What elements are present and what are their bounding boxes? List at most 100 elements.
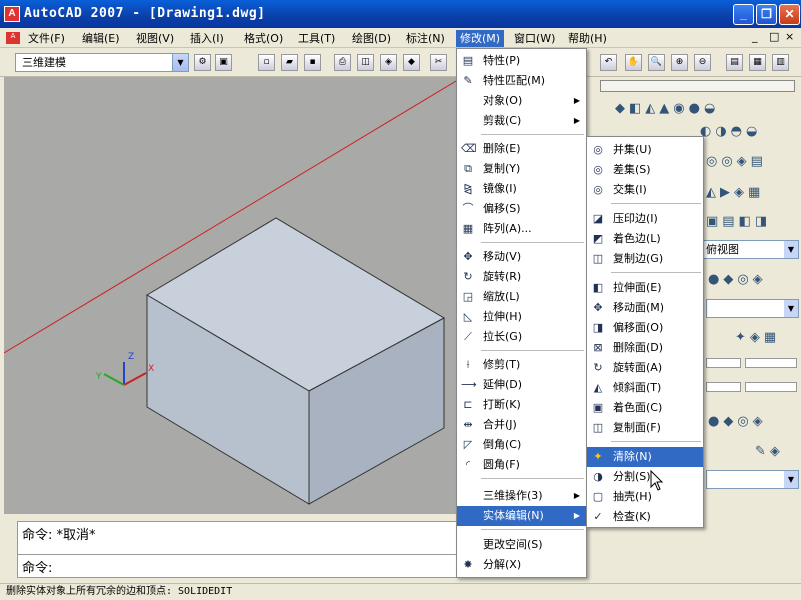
menu-item-erase[interactable]: ⌫ 删除(E) — [457, 139, 586, 159]
light-icons[interactable]: ✦◈▦ — [735, 330, 795, 346]
chevron-down-icon[interactable]: ▼ — [784, 300, 798, 317]
chevron-down-icon[interactable]: ▼ — [784, 241, 798, 258]
menu-draw[interactable]: 绘图(D) — [348, 30, 395, 47]
menu-item-intersect[interactable]: ◎ 交集(I) — [587, 180, 703, 200]
render-tools-icons[interactable]: ✎◈ — [755, 444, 795, 462]
zoom-previous-icon[interactable]: ⊖ — [694, 54, 711, 71]
save-workspace-icon[interactable]: ▣ — [215, 54, 232, 71]
new-file-icon[interactable]: ▫ — [258, 54, 275, 71]
menu-item-extend[interactable]: ⟶ 延伸(D) — [457, 375, 586, 395]
panel-slider[interactable] — [600, 80, 795, 92]
pan-icon[interactable]: ✋ — [625, 54, 642, 71]
view-icons[interactable]: ◭▶◈▦ — [706, 185, 796, 201]
menu-item-move[interactable]: ✥ 移动(V) — [457, 247, 586, 267]
menu-item-chamfer[interactable]: ◸ 倒角(C) — [457, 435, 586, 455]
menu-item-join[interactable]: ⇹ 合并(J) — [457, 415, 586, 435]
slider-b[interactable] — [745, 358, 797, 368]
save-icon[interactable]: ▪ — [304, 54, 321, 71]
doc-close-button[interactable]: × — [785, 30, 794, 43]
menu-item-clean[interactable]: ✦ 清除(N) — [587, 447, 703, 467]
material-icons[interactable]: ●◆◎◈ — [708, 272, 798, 290]
maximize-button[interactable]: ❐ — [756, 4, 777, 25]
menu-item-copy-edges[interactable]: ◫ 复制边(G) — [587, 249, 703, 269]
zoom-realtime-icon[interactable]: 🔍 — [648, 54, 665, 71]
material-combo[interactable]: ▼ — [706, 299, 799, 318]
menu-insert[interactable]: 插入(I) — [186, 30, 228, 47]
command-prompt[interactable]: 命令: — [22, 557, 52, 576]
design-center-icon[interactable]: ▦ — [749, 54, 766, 71]
minimize-button[interactable]: _ — [733, 4, 754, 25]
menu-item-break[interactable]: ⊏ 打断(K) — [457, 395, 586, 415]
menu-item-solid-editing[interactable]: 实体编辑(N) ▶ — [457, 506, 586, 526]
menu-item-scale[interactable]: ◲ 缩放(L) — [457, 287, 586, 307]
menu-item-extrude-faces[interactable]: ◧ 拉伸面(E) — [587, 278, 703, 298]
workspace-combo[interactable]: 三维建模 ▼ — [15, 53, 189, 72]
menu-item-match-properties[interactable]: ✎ 特性匹配(M) — [457, 71, 586, 91]
render-preset-combo[interactable]: ▼ — [706, 470, 799, 489]
boolean-icons[interactable]: ◎◎◈▤ — [706, 154, 796, 170]
menu-item-trim[interactable]: ⟊ 修剪(T) — [457, 355, 586, 375]
doc-restore-button[interactable]: □ — [769, 30, 779, 43]
cut-icon[interactable]: ✂ — [430, 54, 447, 71]
menu-view[interactable]: 视图(V) — [132, 30, 178, 47]
primitives-icons[interactable]: ◆◧◭▲◉●◒ — [615, 101, 795, 117]
menu-dimension[interactable]: 标注(N) — [402, 30, 449, 47]
view-combo[interactable]: 俯视图 ▼ — [703, 240, 799, 259]
menu-item-fillet[interactable]: ◜ 圆角(F) — [457, 455, 586, 475]
open-file-icon[interactable]: ▰ — [281, 54, 298, 71]
menu-item-array[interactable]: ▦ 阵列(A)... — [457, 219, 586, 239]
chevron-down-icon[interactable]: ▼ — [784, 471, 798, 488]
menu-tools[interactable]: 工具(T) — [294, 30, 339, 47]
menu-item-shell[interactable]: ▢ 抽壳(H) — [587, 487, 703, 507]
app-icon[interactable]: A — [4, 6, 20, 22]
properties-icon[interactable]: ▤ — [726, 54, 743, 71]
menu-item-rotate[interactable]: ↻ 旋转(R) — [457, 267, 586, 287]
undo-arrow-icon[interactable]: ↶ — [600, 54, 617, 71]
menu-help[interactable]: 帮助(H) — [564, 30, 611, 47]
visual-style-icons[interactable]: ▣▤◧◨ — [706, 214, 796, 232]
menu-format[interactable]: 格式(O) — [240, 30, 287, 47]
menu-file[interactable]: 文件(F) — [24, 30, 69, 47]
publish-icon[interactable]: ◈ — [380, 54, 397, 71]
menu-item-imprint-edges[interactable]: ◪ 压印边(I) — [587, 209, 703, 229]
3d-dwf-icon[interactable]: ◆ — [403, 54, 420, 71]
chevron-down-icon[interactable]: ▼ — [172, 54, 188, 71]
menu-item-copy[interactable]: ⧉ 复制(Y) — [457, 159, 586, 179]
menu-item-object[interactable]: 对象(O) ▶ — [457, 91, 586, 111]
doc-icon[interactable]: A — [6, 32, 20, 44]
menu-item-move-faces[interactable]: ✥ 移动面(M) — [587, 298, 703, 318]
print-icon[interactable]: ⎙ — [334, 54, 351, 71]
doc-minimize-button[interactable]: _ — [752, 30, 758, 43]
menu-item-taper-faces[interactable]: ◭ 倾斜面(T) — [587, 378, 703, 398]
menu-item-lengthen[interactable]: ⟋ 拉长(G) — [457, 327, 586, 347]
menu-item-subtract[interactable]: ◎ 差集(S) — [587, 160, 703, 180]
menu-item-stretch[interactable]: ◺ 拉伸(H) — [457, 307, 586, 327]
menu-item-check[interactable]: ✓ 检查(K) — [587, 507, 703, 527]
menu-item-3d-operations[interactable]: 三维操作(3) ▶ — [457, 486, 586, 506]
slider-a[interactable] — [706, 358, 741, 368]
menu-item-rotate-faces[interactable]: ↻ 旋转面(A) — [587, 358, 703, 378]
menu-edit[interactable]: 编辑(E) — [78, 30, 124, 47]
menu-item-mirror[interactable]: ⧎ 镜像(I) — [457, 179, 586, 199]
zoom-window-icon[interactable]: ⊕ — [671, 54, 688, 71]
menu-item-color-edges[interactable]: ◩ 着色边(L) — [587, 229, 703, 249]
slider-d[interactable] — [745, 382, 797, 392]
menu-item-properties[interactable]: ▤ 特性(P) — [457, 51, 586, 71]
close-button[interactable]: ✕ — [779, 4, 800, 25]
slider-c[interactable] — [706, 382, 741, 392]
menu-item-clip[interactable]: 剪裁(C) ▶ — [457, 111, 586, 131]
menu-item-separate[interactable]: ◑ 分割(S) — [587, 467, 703, 487]
menu-item-delete-faces[interactable]: ⊠ 删除面(D) — [587, 338, 703, 358]
menu-item-copy-faces[interactable]: ◫ 复制面(F) — [587, 418, 703, 438]
solid-tools-icons[interactable]: ◐◑◓◒ — [700, 124, 795, 140]
menu-item-change-space[interactable]: 更改空间(S) — [457, 535, 586, 555]
menu-item-offset[interactable]: ⌒ 偏移(S) — [457, 199, 586, 219]
workspace-settings-icon[interactable]: ⚙ — [194, 54, 211, 71]
menu-modify[interactable]: 修改(M) — [456, 30, 505, 47]
menu-window[interactable]: 窗口(W) — [510, 30, 559, 47]
menu-item-union[interactable]: ◎ 并集(U) — [587, 140, 703, 160]
render-icons[interactable]: ●◆◎◈ — [708, 414, 798, 432]
tool-palettes-icon[interactable]: ▥ — [772, 54, 789, 71]
menu-item-offset-faces[interactable]: ◨ 偏移面(O) — [587, 318, 703, 338]
preview-icon[interactable]: ◫ — [357, 54, 374, 71]
